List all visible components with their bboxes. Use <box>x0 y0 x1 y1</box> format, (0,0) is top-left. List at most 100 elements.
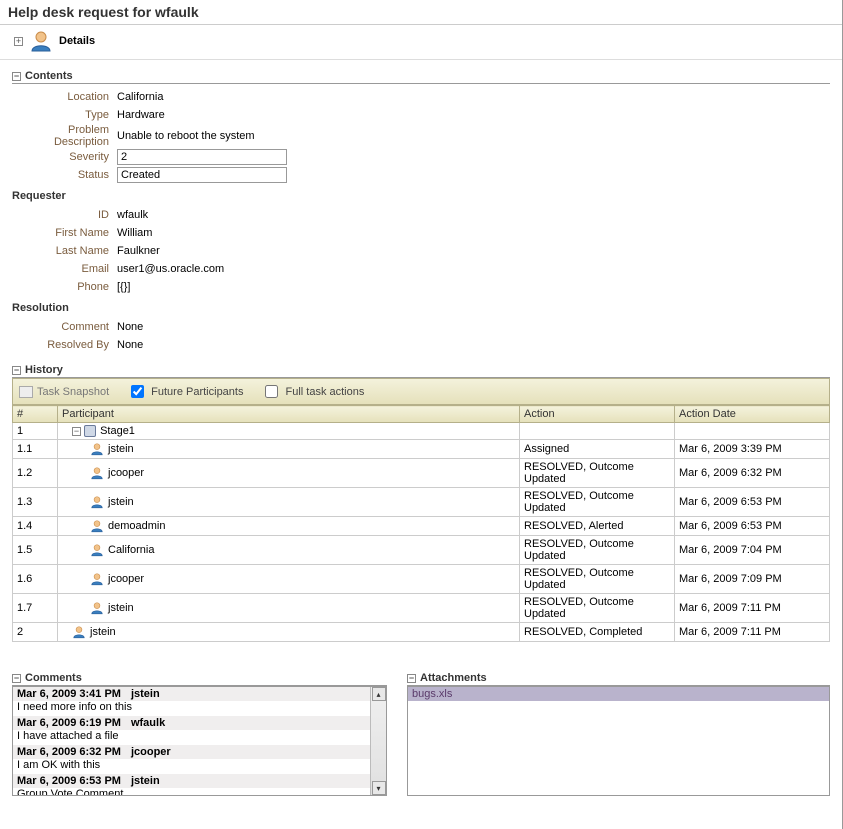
row-action: RESOLVED, Outcome Updated <box>520 459 675 488</box>
attachments-box: bugs.xls <box>407 686 830 796</box>
comment-user: jstein <box>131 688 160 700</box>
row-date: Mar 6, 2009 7:09 PM <box>675 565 830 594</box>
table-row[interactable]: 1.3jsteinRESOLVED, Outcome UpdatedMar 6,… <box>13 488 830 517</box>
comment-text: I need more info on this <box>13 701 370 715</box>
phone-value: [{}] <box>117 281 130 293</box>
location-value: California <box>117 91 163 103</box>
comment-text: I am OK with this <box>13 759 370 773</box>
comments-box: Mar 6, 2009 3:41 PMjsteinI need more inf… <box>12 686 387 796</box>
table-row[interactable]: 1− Stage1 <box>13 423 830 440</box>
task-snapshot-button[interactable]: Task Snapshot <box>19 386 109 398</box>
resolvedby-label: Resolved By <box>12 339 117 351</box>
scrollbar[interactable]: ▴ ▾ <box>370 687 386 795</box>
row-num: 1.5 <box>13 536 58 565</box>
user-icon <box>72 625 86 639</box>
table-row[interactable]: 1.4demoadminRESOLVED, AlertedMar 6, 2009… <box>13 517 830 536</box>
participant-name: jstein <box>108 496 134 508</box>
row-action: RESOLVED, Outcome Updated <box>520 536 675 565</box>
comment-user: wfaulk <box>131 717 165 729</box>
scroll-down-icon[interactable]: ▾ <box>372 781 386 795</box>
scroll-up-icon[interactable]: ▴ <box>372 687 386 701</box>
row-action: RESOLVED, Alerted <box>520 517 675 536</box>
table-row[interactable]: 1.6jcooperRESOLVED, Outcome UpdatedMar 6… <box>13 565 830 594</box>
row-num: 1.7 <box>13 594 58 623</box>
full-task-actions-checkbox[interactable]: Full task actions <box>261 382 364 401</box>
table-row[interactable]: 1.7 jstein RESOLVED, Outcome UpdatedMar 6,… <box>13 594 830 623</box>
user-icon <box>90 442 104 456</box>
phone-label: Phone <box>12 281 117 293</box>
comments-header: − Comments <box>12 672 387 686</box>
comment-user: jstein <box>131 775 160 787</box>
comment-date: Mar 6, 2009 3:41 PM <box>17 688 121 700</box>
user-icon <box>90 572 104 586</box>
row-participant: jcooper <box>58 565 520 594</box>
table-row[interactable]: 1.2jcooperRESOLVED, Outcome UpdatedMar 6… <box>13 459 830 488</box>
history-table: # Participant Action Action Date 1− Stag… <box>12 405 830 642</box>
participant-name: jcooper <box>108 467 144 479</box>
list-item[interactable]: Mar 6, 2009 6:32 PMjcooperI am OK with t… <box>13 745 370 774</box>
participant-name: jstein <box>108 443 134 455</box>
list-item[interactable]: Mar 6, 2009 3:41 PM jsteinI need more inf… <box>13 687 370 716</box>
email-value: user1@us.oracle.com <box>117 263 224 275</box>
comment-value: None <box>117 321 143 333</box>
location-label: Location <box>12 91 117 103</box>
row-action <box>520 423 675 440</box>
collapse-icon[interactable]: − <box>12 366 21 375</box>
history-header: − History <box>12 364 830 378</box>
participant-name: jstein <box>90 626 116 638</box>
history-label: History <box>25 364 63 376</box>
row-num: 1.2 <box>13 459 58 488</box>
future-participants-label: Future Participants <box>151 386 243 398</box>
comment-text: I have attached a file <box>13 730 370 744</box>
row-action: RESOLVED, Completed <box>520 623 675 642</box>
user-icon <box>90 495 104 509</box>
future-participants-checkbox[interactable]: Future Participants <box>127 382 243 401</box>
row-action: Assigned <box>520 440 675 459</box>
attachments-header: − Attachments <box>407 672 830 686</box>
severity-label: Severity <box>12 151 117 163</box>
comment-date: Mar 6, 2009 6:32 PM <box>17 746 121 758</box>
row-date: Mar 6, 2009 6:53 PM <box>675 517 830 536</box>
collapse-icon[interactable]: − <box>72 427 81 436</box>
collapse-icon[interactable]: − <box>407 674 416 683</box>
table-row[interactable]: 1.1jsteinAssignedMar 6, 2009 3:39 PM <box>13 440 830 459</box>
resolvedby-value: None <box>117 339 143 351</box>
col-num: # <box>13 406 58 423</box>
table-row[interactable]: 2jsteinRESOLVED, CompletedMar 6, 2009 7:… <box>13 623 830 642</box>
comment-text: Group Vote Comment <box>13 788 370 796</box>
row-participant: − Stage1 <box>58 423 520 440</box>
expand-icon[interactable]: + <box>14 37 23 46</box>
status-input[interactable] <box>117 167 287 183</box>
future-participants-input[interactable] <box>131 385 144 398</box>
row-action: RESOLVED, Outcome Updated <box>520 488 675 517</box>
firstname-label: First Name <box>12 227 117 239</box>
problem-desc-value: Unable to reboot the system <box>117 130 255 142</box>
row-num: 1.3 <box>13 488 58 517</box>
list-item[interactable]: Mar 6, 2009 6:53 PM jsteinGroup Vote Comm… <box>13 774 370 796</box>
list-item[interactable]: Mar 6, 2009 6:19 PMwfaulkI have attached… <box>13 716 370 745</box>
severity-input[interactable] <box>117 149 287 165</box>
row-participant: jstein <box>58 623 520 642</box>
row-date <box>675 423 830 440</box>
full-task-actions-label: Full task actions <box>285 386 364 398</box>
participant-name: demoadmin <box>108 520 165 532</box>
row-date: Mar 6, 2009 7:04 PM <box>675 536 830 565</box>
row-participant: jcooper <box>58 459 520 488</box>
full-task-actions-input[interactable] <box>265 385 278 398</box>
participant-name: jstein <box>108 602 134 614</box>
lastname-label: Last Name <box>12 245 117 257</box>
row-action: RESOLVED, Outcome Updated <box>520 594 675 623</box>
comment-date: Mar 6, 2009 6:53 PM <box>17 775 121 787</box>
row-num: 1.6 <box>13 565 58 594</box>
row-date: Mar 6, 2009 3:39 PM <box>675 440 830 459</box>
task-snapshot-label: Task Snapshot <box>37 386 109 398</box>
collapse-icon[interactable]: − <box>12 72 21 81</box>
col-date: Action Date <box>675 406 830 423</box>
user-icon <box>90 519 104 533</box>
type-value: Hardware <box>117 109 165 121</box>
table-row[interactable]: 1.5CaliforniaRESOLVED, Outcome UpdatedMa… <box>13 536 830 565</box>
attachment-item[interactable]: bugs.xls <box>408 687 829 701</box>
row-date: Mar 6, 2009 7:11 PM <box>675 594 830 623</box>
collapse-icon[interactable]: − <box>12 674 21 683</box>
camera-icon <box>19 386 33 398</box>
